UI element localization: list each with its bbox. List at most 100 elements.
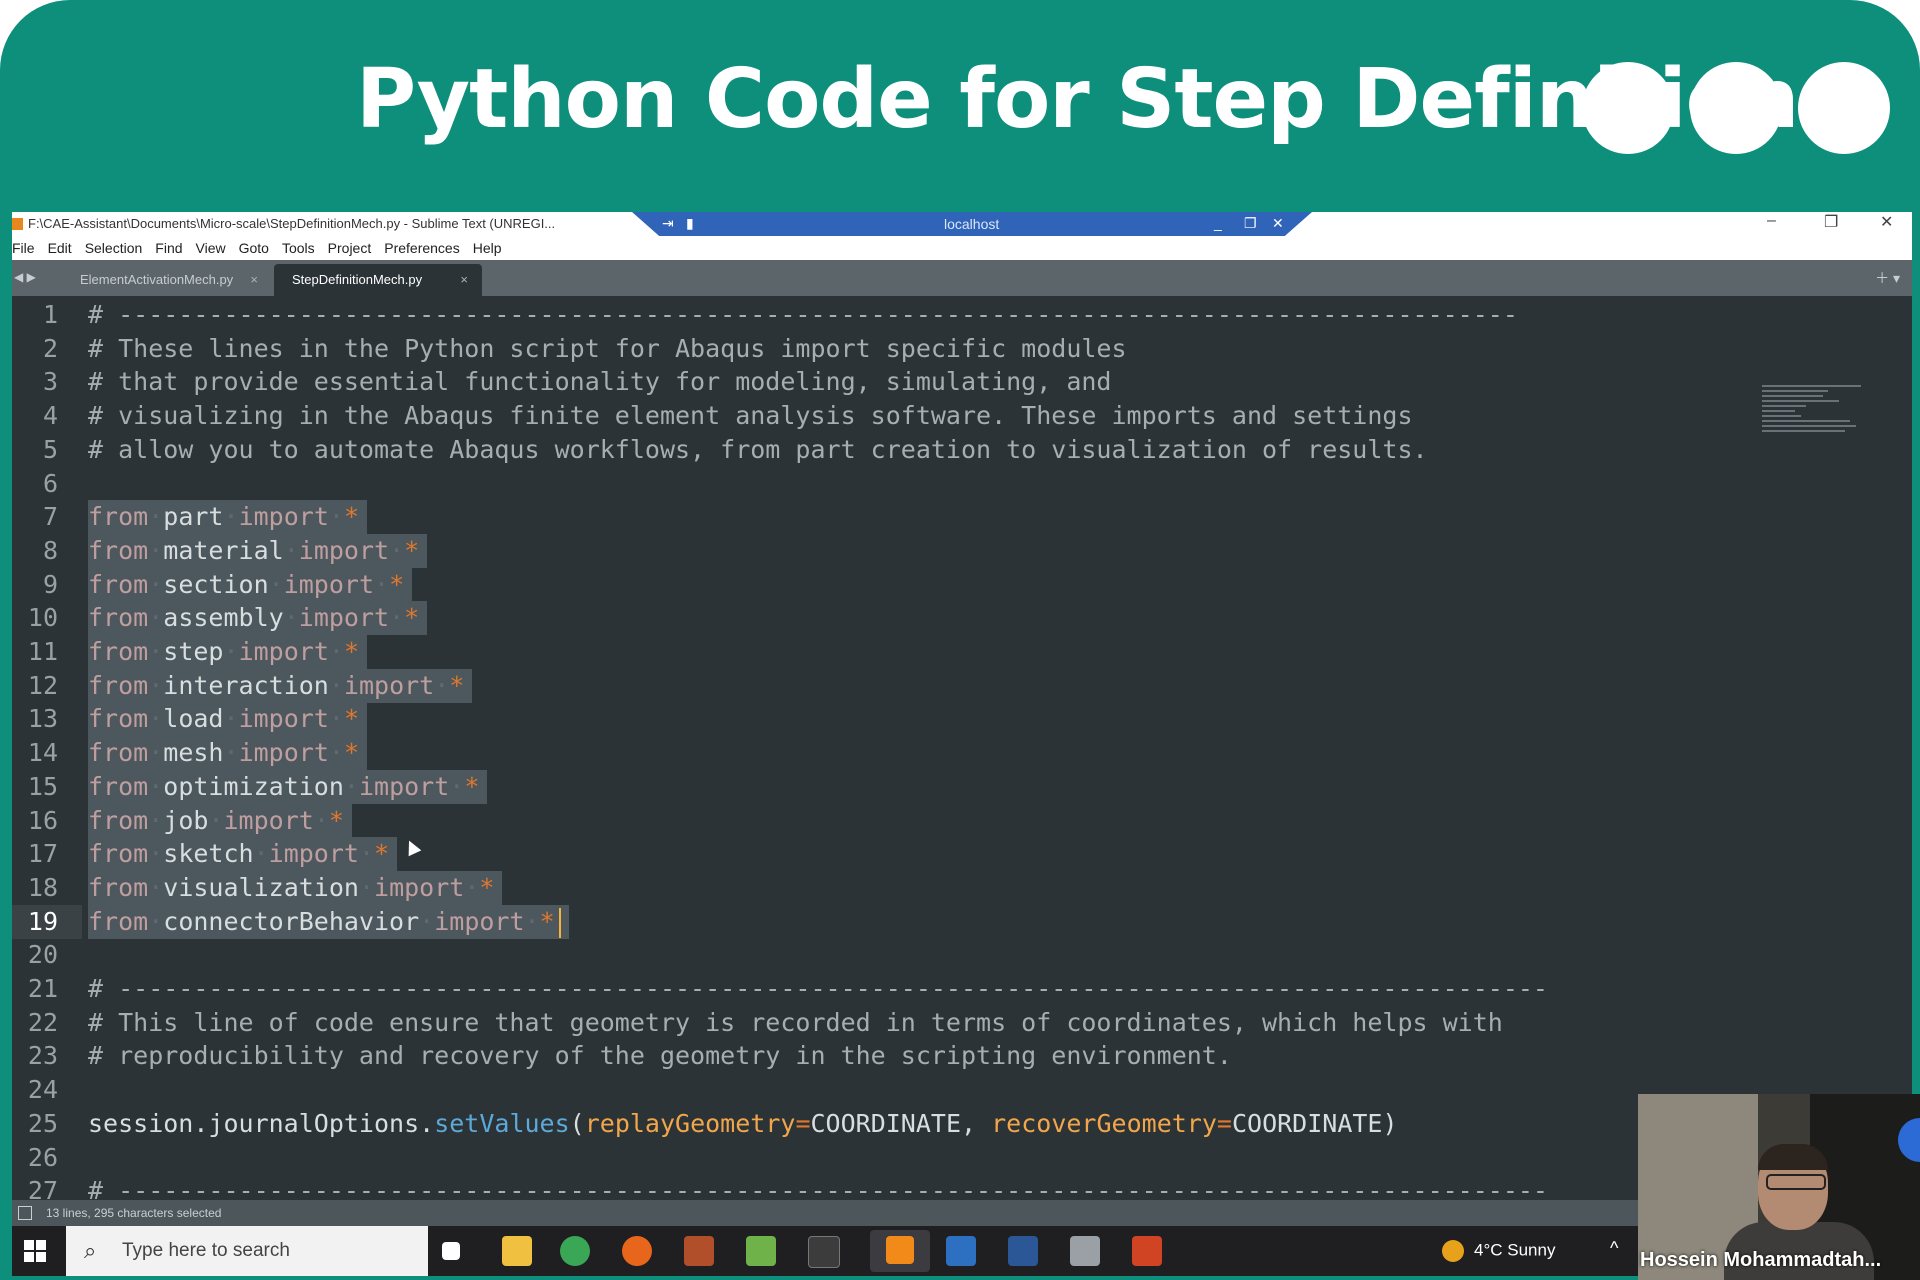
- code-line[interactable]: 24: [12, 1073, 1772, 1107]
- window-restore-button[interactable]: ❐: [1824, 212, 1838, 232]
- minimap[interactable]: [1762, 382, 1872, 462]
- code-line[interactable]: 13 from·load·import·*: [12, 702, 1772, 737]
- code-text: # --------------------------------------…: [88, 972, 1548, 1006]
- tab-nav-arrows-icon[interactable]: ◀ ▶: [14, 270, 36, 284]
- window-minimize-button[interactable]: –: [1767, 212, 1776, 230]
- code-line[interactable]: 7 from·part·import·*: [12, 500, 1772, 535]
- code-editor[interactable]: 1 # -------------------------------------…: [12, 296, 1912, 1205]
- text-caret: [558, 907, 561, 938]
- code-token: (: [569, 1108, 585, 1138]
- code-line[interactable]: 19 from·connectorBehavior·import·*: [12, 904, 1772, 939]
- pin-icon[interactable]: ⇥: [662, 215, 674, 232]
- chevron-up-icon[interactable]: ^: [1610, 1238, 1618, 1259]
- restore-icon[interactable]: ❐: [1244, 215, 1257, 232]
- code-line[interactable]: 9 from·section·import·*: [12, 567, 1772, 602]
- menu-item-tools[interactable]: Tools: [282, 236, 315, 260]
- module-name: load: [163, 704, 224, 734]
- code-token: =: [795, 1108, 811, 1138]
- line-number: 18: [27, 872, 58, 902]
- tab-element-activation[interactable]: ElementActivationMech.py ×: [62, 264, 272, 296]
- code-line[interactable]: 3 # that provide essential functionality …: [12, 365, 1772, 399]
- whitespace-dot: ·: [358, 872, 375, 902]
- menu-item-find[interactable]: Find: [155, 236, 182, 260]
- code-line[interactable]: 26: [12, 1141, 1772, 1175]
- line-number: 19: [27, 906, 58, 936]
- keyword-from: from: [88, 569, 149, 599]
- new-tab-icon[interactable]: ＋ ▾: [1875, 268, 1900, 288]
- code-line[interactable]: 23 # reproducibility and recovery of the …: [12, 1039, 1772, 1073]
- app-icon[interactable]: [684, 1236, 714, 1266]
- close-icon[interactable]: ×: [460, 264, 468, 296]
- keyword-import: import: [343, 670, 435, 700]
- code-line[interactable]: 4 # visualizing in the Abaqus finite elem…: [12, 399, 1772, 433]
- keyword-import: import: [223, 805, 314, 835]
- tab-step-definition[interactable]: StepDefinitionMech.py ×: [274, 264, 482, 296]
- code-line[interactable]: 10 from·assembly·import·*: [12, 601, 1772, 636]
- whitespace-dot: ·: [223, 637, 239, 666]
- code-line[interactable]: 22 # This line of code ensure that geomet…: [12, 1006, 1772, 1040]
- code-line[interactable]: 8 from·material·import·*: [12, 533, 1772, 568]
- whitespace-dot: ·: [358, 839, 375, 869]
- line-number: 3: [42, 367, 58, 397]
- weather-widget[interactable]: 4°C Sunny: [1442, 1240, 1555, 1262]
- calculator-icon[interactable]: [946, 1236, 976, 1266]
- panel-toggle-icon[interactable]: [18, 1206, 32, 1220]
- code-line[interactable]: 1 # -------------------------------------…: [12, 298, 1772, 332]
- close-icon[interactable]: ×: [250, 264, 258, 296]
- code-line[interactable]: 14 from·mesh·import·*: [12, 736, 1772, 771]
- code-line[interactable]: 6: [12, 467, 1772, 501]
- menu-item-preferences[interactable]: Preferences: [384, 236, 459, 260]
- code-line[interactable]: 17 from·sketch·import·*: [12, 837, 1772, 872]
- code-line[interactable]: 5 # allow you to automate Abaqus workflow…: [12, 433, 1772, 467]
- close-icon[interactable]: ✕: [1272, 215, 1284, 232]
- firefox-icon[interactable]: [622, 1236, 652, 1266]
- word-icon[interactable]: [1008, 1236, 1038, 1266]
- line-number: 26: [27, 1142, 58, 1172]
- code-line[interactable]: 25 session.journalOptions.setValues(repla…: [12, 1107, 1772, 1141]
- task-view-icon[interactable]: [442, 1242, 460, 1260]
- keyword-from: from: [88, 670, 149, 700]
- menu-item-project[interactable]: Project: [328, 236, 372, 260]
- notepad-icon[interactable]: [746, 1236, 776, 1266]
- whitespace-dot: ·: [328, 502, 344, 532]
- weather-text: 4°C Sunny: [1474, 1240, 1556, 1260]
- chrome-icon[interactable]: [560, 1236, 590, 1266]
- menu-item-help[interactable]: Help: [473, 236, 502, 260]
- line-number: 9: [42, 569, 58, 599]
- code-text: from·material·import·*: [88, 533, 428, 568]
- terminal-icon[interactable]: [808, 1236, 840, 1268]
- module-name: assembly: [163, 603, 284, 633]
- powerpoint-icon[interactable]: [1132, 1236, 1162, 1266]
- code-text: # --------------------------------------…: [88, 298, 1518, 332]
- code-line[interactable]: 18 from·visualization·import·*: [12, 870, 1772, 905]
- menu-item-view[interactable]: View: [196, 236, 226, 260]
- file-explorer-icon[interactable]: [502, 1236, 532, 1266]
- window-close-button[interactable]: ✕: [1880, 212, 1893, 232]
- whitespace-dot: ·: [389, 603, 405, 633]
- menu-item-file[interactable]: File: [12, 236, 35, 260]
- import-star: *: [389, 569, 405, 599]
- code-line[interactable]: 16 from·job·import·*: [12, 803, 1772, 838]
- whitespace-dot: ·: [148, 839, 164, 869]
- code-token: # reproducibility and recovery of the ge…: [88, 1041, 1232, 1071]
- code-line[interactable]: 2 # These lines in the Python script for …: [12, 332, 1772, 366]
- search-icon: ⌕: [84, 1238, 97, 1263]
- menu-item-goto[interactable]: Goto: [239, 236, 269, 260]
- sublime-text-taskbar-button[interactable]: [870, 1230, 930, 1272]
- remote-desktop-bar[interactable]: ⇥ ▮ localhost _ ❐ ✕: [632, 212, 1312, 236]
- taskbar-search-box[interactable]: ⌕ Type here to search: [66, 1226, 428, 1276]
- code-line[interactable]: 21 # ------------------------------------…: [12, 972, 1772, 1006]
- network-icon[interactable]: [1070, 1236, 1100, 1266]
- dot-icon: [1798, 62, 1890, 154]
- code-line[interactable]: 12 from·interaction·import·*: [12, 668, 1772, 703]
- minimize-icon[interactable]: _: [1214, 215, 1222, 231]
- menu-item-selection[interactable]: Selection: [85, 236, 143, 260]
- windows-start-icon[interactable]: [24, 1240, 46, 1262]
- menu-item-edit[interactable]: Edit: [48, 236, 72, 260]
- module-name: optimization: [163, 771, 344, 801]
- window-titlebar[interactable]: F:\CAE-Assistant\Documents\Micro-scale\S…: [12, 212, 1912, 236]
- code-line[interactable]: 15 from·optimization·import·*: [12, 769, 1772, 804]
- module-name: mesh: [163, 738, 224, 768]
- code-line[interactable]: 11 from·step·import·*: [12, 635, 1772, 669]
- code-line[interactable]: 20: [12, 938, 1772, 972]
